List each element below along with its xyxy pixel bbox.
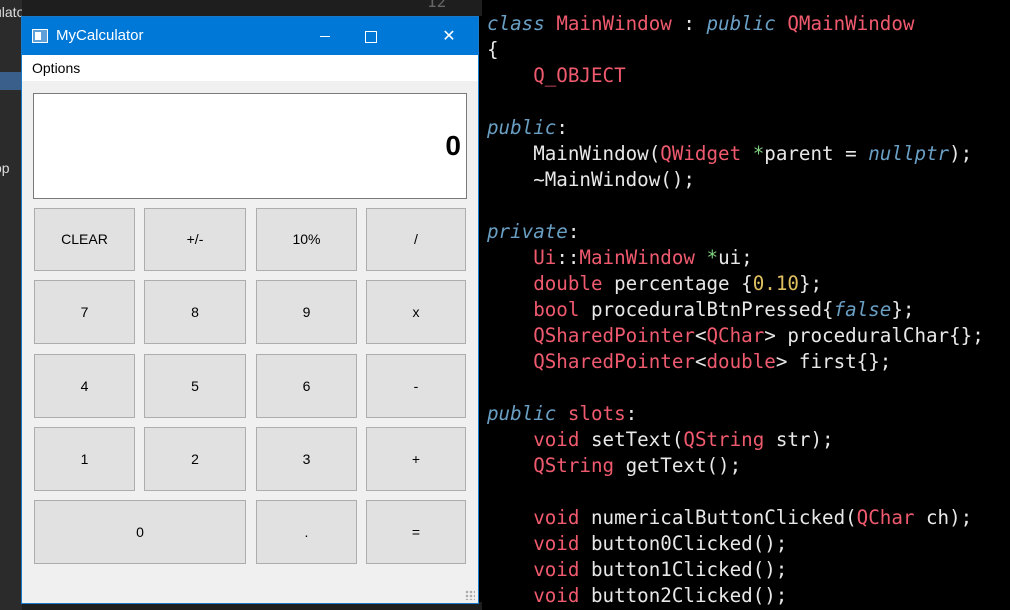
keyword: public [487, 402, 557, 425]
keyword: private [487, 220, 568, 243]
code-token: percentage { [602, 272, 753, 295]
ide-sidebar: ulator op [0, 0, 29, 610]
type-name: QString [487, 454, 615, 477]
code-token: > first{}; [775, 350, 892, 373]
divide-button[interactable]: / [366, 208, 466, 271]
code-token: MainWindow( [487, 142, 661, 165]
code-token: parent = [764, 142, 869, 165]
number-literal: 0.10 [752, 272, 799, 295]
keyword: public [706, 12, 776, 35]
minimize-button[interactable] [302, 17, 348, 55]
code-token: }; [891, 298, 915, 321]
digit-9-button[interactable]: 9 [256, 280, 357, 344]
code-token: : [567, 220, 580, 243]
multiply-button[interactable]: x [366, 280, 466, 344]
code-token: getText(); [614, 454, 742, 477]
digit-4-button[interactable]: 4 [34, 354, 135, 418]
code-editor[interactable]: class MainWindow : public QMainWindow { … [483, 0, 1010, 610]
code-token: button1Clicked(); [579, 558, 788, 581]
type-name: MainWindow [579, 246, 695, 269]
code-token: : [556, 116, 568, 139]
keyword: false [833, 298, 892, 321]
code-token: ch); [914, 506, 973, 529]
code-token: > proceduralChar{}; [764, 324, 984, 347]
close-button[interactable]: ✕ [426, 17, 472, 55]
display-value: 0 [445, 130, 461, 161]
calculator-window: MyCalculator ✕ Options 0 CLEAR +/- 10% /… [21, 16, 479, 604]
menu-bar: Options [22, 55, 478, 81]
code-token: ); [949, 142, 973, 165]
sign-toggle-button[interactable]: +/- [144, 208, 246, 271]
code-token: < [694, 324, 707, 347]
digit-7-button[interactable]: 7 [34, 280, 135, 344]
operator: * [694, 246, 719, 269]
digit-5-button[interactable]: 5 [144, 354, 246, 418]
app-icon [32, 29, 48, 43]
digit-6-button[interactable]: 6 [256, 354, 357, 418]
operator: * [741, 142, 765, 165]
digit-0-button[interactable]: 0 [34, 500, 246, 564]
type-name: QSharedPointer [487, 350, 695, 373]
code-token: setText( [579, 428, 684, 451]
type-name: QString [683, 428, 765, 451]
code-token: proceduralBtnPressed{ [579, 298, 834, 321]
code-token: : [625, 402, 638, 425]
clear-button[interactable]: CLEAR [34, 208, 135, 271]
line-number: 12 [427, 0, 447, 11]
keyword: slots [556, 402, 626, 425]
type-name: bool [487, 298, 580, 321]
maximize-button[interactable] [348, 17, 394, 55]
ide-sidebar-fragment: op [0, 160, 10, 176]
type-name: Ui [487, 246, 557, 269]
close-icon: ✕ [442, 26, 456, 45]
code-token: button0Clicked(); [579, 532, 788, 555]
code-token: : [671, 12, 707, 35]
keyword: class [487, 12, 545, 35]
ide-top-strip: 12 [22, 0, 482, 16]
type-name: QChar [706, 324, 765, 347]
type-name: void [487, 558, 580, 581]
type-name: void [487, 428, 580, 451]
digit-2-button[interactable]: 2 [144, 427, 246, 491]
percent-button[interactable]: 10% [256, 208, 357, 271]
type-name: void [487, 532, 580, 555]
equals-button[interactable]: = [366, 500, 466, 564]
menu-options[interactable]: Options [32, 60, 80, 76]
code-token: ~MainWindow(); [487, 168, 695, 191]
type-name: void [487, 506, 580, 529]
type-name: QWidget [660, 142, 742, 165]
resize-grip-icon[interactable] [465, 590, 475, 600]
title-bar[interactable]: MyCalculator ✕ [22, 17, 478, 55]
keyword: nullptr [868, 142, 950, 165]
result-display: 0 [33, 93, 467, 199]
digit-1-button[interactable]: 1 [34, 427, 135, 491]
window-title: MyCalculator [56, 27, 144, 44]
type-name: QSharedPointer [487, 324, 695, 347]
decimal-point-button[interactable]: . [256, 500, 357, 564]
plus-button[interactable]: + [366, 427, 466, 491]
maximize-icon [365, 30, 377, 43]
type-name: double [706, 350, 776, 373]
type-name: QMainWindow [775, 12, 915, 35]
code-token: ui; [718, 246, 753, 269]
type-name: double [487, 272, 603, 295]
code-token: < [694, 350, 707, 373]
minus-button[interactable]: - [366, 354, 466, 418]
minimize-icon [320, 36, 330, 37]
macro: Q_OBJECT [487, 64, 626, 87]
type-name: MainWindow [544, 12, 672, 35]
code-token: numericalButtonClicked( [579, 506, 857, 529]
type-name: void [487, 584, 580, 607]
keyword: public [487, 116, 557, 139]
digit-3-button[interactable]: 3 [256, 427, 357, 491]
digit-8-button[interactable]: 8 [144, 280, 246, 344]
code-token: { [487, 38, 499, 61]
code-token: str); [764, 428, 834, 451]
ide-sidebar-selection [0, 72, 22, 90]
code-token: button2Clicked(); [579, 584, 788, 607]
code-token: :: [556, 246, 580, 269]
code-text: class MainWindow : public QMainWindow { … [487, 11, 984, 609]
code-token: }; [798, 272, 823, 295]
type-name: QChar [856, 506, 915, 529]
